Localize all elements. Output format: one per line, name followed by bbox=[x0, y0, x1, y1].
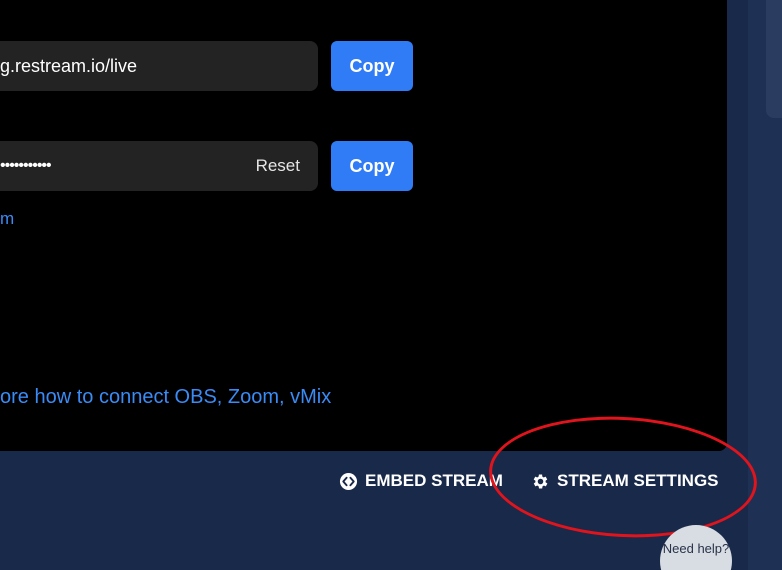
embed-stream-button[interactable]: EMBED STREAM bbox=[339, 468, 503, 494]
server-url-field[interactable]: g.restream.io/live bbox=[0, 41, 318, 91]
embed-code-icon bbox=[339, 472, 358, 491]
connect-help-link[interactable]: ore how to connect OBS, Zoom, vMix bbox=[0, 386, 331, 409]
stream-key-value: ••••••••••• bbox=[0, 157, 52, 174]
reset-stream-key-button[interactable]: Reset bbox=[256, 141, 300, 191]
copy-stream-key-button[interactable]: Copy bbox=[331, 141, 413, 191]
need-help-widget[interactable]: Need help? bbox=[660, 525, 732, 570]
stream-key-link[interactable]: m bbox=[0, 209, 14, 229]
server-url-value: g.restream.io/live bbox=[0, 55, 138, 76]
stream-key-field[interactable]: ••••••••••• Reset bbox=[0, 141, 318, 191]
sidebar-scroll-handle[interactable] bbox=[766, 0, 782, 118]
gear-icon bbox=[531, 472, 550, 491]
stream-settings-button[interactable]: STREAM SETTINGS bbox=[531, 468, 719, 494]
copy-server-url-button[interactable]: Copy bbox=[331, 41, 413, 91]
stream-settings-label: STREAM SETTINGS bbox=[557, 471, 719, 490]
embed-stream-label: EMBED STREAM bbox=[365, 471, 503, 490]
